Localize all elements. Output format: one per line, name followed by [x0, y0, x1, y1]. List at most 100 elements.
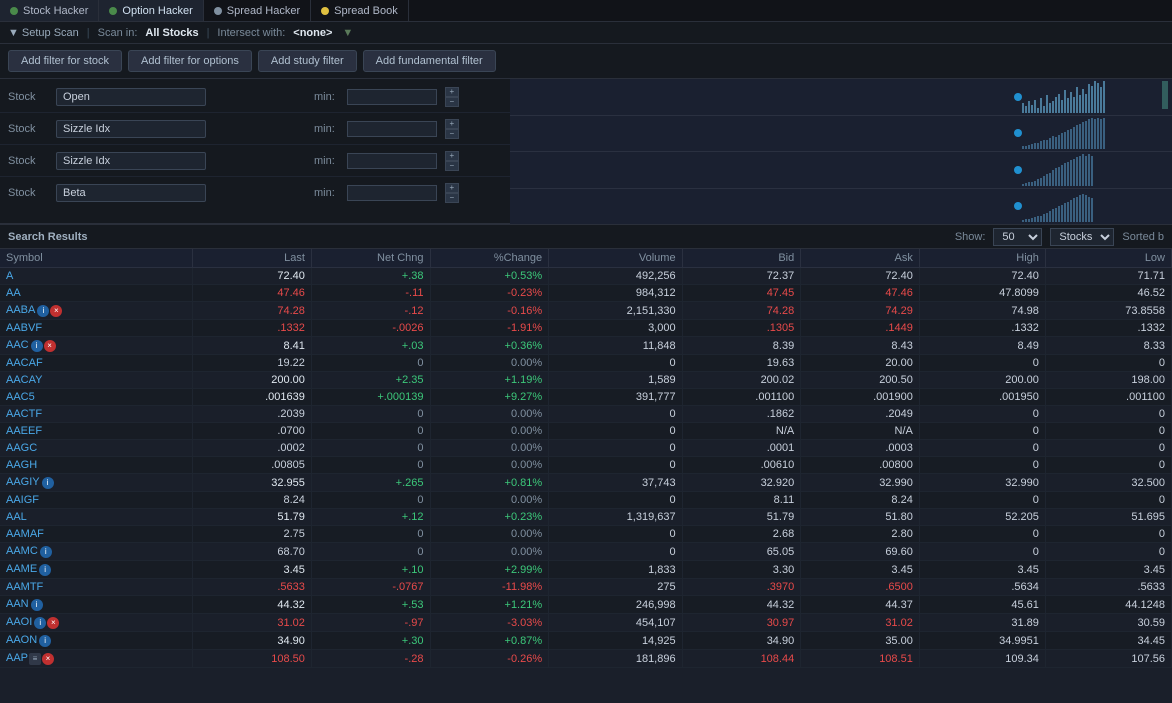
symbol-cell[interactable]: AANi	[0, 596, 193, 614]
pctchng-cell: +0.53%	[430, 268, 549, 285]
symbol-cell[interactable]: AAONi	[0, 632, 193, 650]
col-header-netchng[interactable]: Net Chng	[311, 249, 430, 268]
col-header-low[interactable]: Low	[1045, 249, 1171, 268]
filter-select-beta[interactable]: Beta	[56, 184, 206, 202]
symbol-cell[interactable]: AACi×	[0, 337, 193, 355]
filter-select-sizzle2[interactable]: Sizzle Idx	[56, 152, 206, 170]
filter-input-sizzle1[interactable]	[347, 121, 437, 137]
tab-option-hacker[interactable]: Option Hacker	[99, 0, 203, 21]
volume-cell: 984,312	[549, 285, 682, 302]
low-cell: 0	[1045, 492, 1171, 509]
symbol-cell[interactable]: AAMEi	[0, 561, 193, 579]
symbol-cell[interactable]: AACAY	[0, 372, 193, 389]
menu-icon[interactable]: ≡	[29, 653, 41, 665]
bid-cell: 19.63	[682, 355, 801, 372]
filter-input-beta[interactable]	[347, 185, 437, 201]
cancel-icon[interactable]: ×	[42, 653, 54, 665]
symbol-cell[interactable]: AAC5	[0, 389, 193, 406]
symbol-cell[interactable]: AAMCi	[0, 543, 193, 561]
symbol-cell[interactable]: AAMAF	[0, 526, 193, 543]
info-icon[interactable]: i	[39, 635, 51, 647]
option-hacker-dot	[109, 7, 117, 15]
cancel-icon[interactable]: ×	[44, 340, 56, 352]
type-select[interactable]: Stocks	[1050, 228, 1114, 246]
bid-cell: 34.90	[682, 632, 801, 650]
setup-scan-btn[interactable]: ▼ Setup Scan	[8, 27, 79, 39]
cancel-icon[interactable]: ×	[50, 305, 62, 317]
symbol-cell[interactable]: AAL	[0, 509, 193, 526]
bid-cell: 200.02	[682, 372, 801, 389]
symbol-cell[interactable]: AAEEF	[0, 423, 193, 440]
last-cell: 108.50	[193, 650, 312, 668]
pctchng-cell: +9.27%	[430, 389, 549, 406]
bid-cell: 8.11	[682, 492, 801, 509]
symbol-cell[interactable]: AAP≡×	[0, 650, 193, 668]
filter-select-sizzle1[interactable]: Sizzle Idx	[56, 120, 206, 138]
add-filter-stock-btn[interactable]: Add filter for stock	[8, 50, 122, 72]
tab-spread-book[interactable]: Spread Book	[311, 0, 409, 21]
intersect-value[interactable]: <none>	[293, 27, 332, 39]
stepper-down-0[interactable]: −	[445, 97, 459, 107]
stepper-up-1[interactable]: +	[445, 119, 459, 129]
ask-cell: 20.00	[801, 355, 920, 372]
info-icon[interactable]: i	[34, 617, 46, 629]
col-header-high[interactable]: High	[919, 249, 1045, 268]
symbol-cell[interactable]: AACTF	[0, 406, 193, 423]
filter-input-open[interactable]	[347, 89, 437, 105]
info-icon[interactable]: i	[40, 546, 52, 558]
symbol-cell[interactable]: AAGC	[0, 440, 193, 457]
ask-cell: 74.29	[801, 302, 920, 320]
filter-input-wrap-1	[347, 121, 437, 137]
info-icon[interactable]: i	[42, 477, 54, 489]
symbol-cell[interactable]: A	[0, 268, 193, 285]
col-header-pctchng[interactable]: %Change	[430, 249, 549, 268]
symbol-cell[interactable]: AAGIYi	[0, 474, 193, 492]
table-row: AANi44.32+.53+1.21%246,99844.3244.3745.6…	[0, 596, 1172, 614]
show-count-select[interactable]: 50 100 200	[993, 228, 1042, 246]
col-header-last[interactable]: Last	[193, 249, 312, 268]
symbol-cell[interactable]: AA	[0, 285, 193, 302]
add-fundamental-filter-btn[interactable]: Add fundamental filter	[363, 50, 496, 72]
col-header-symbol[interactable]: Symbol	[0, 249, 193, 268]
info-icon[interactable]: i	[39, 564, 51, 576]
add-filter-options-btn[interactable]: Add filter for options	[128, 50, 252, 72]
pctchng-cell: +2.99%	[430, 561, 549, 579]
chart-bars-0	[1022, 79, 1172, 115]
tab-stock-hacker[interactable]: Stock Hacker	[0, 0, 99, 21]
last-cell: 32.955	[193, 474, 312, 492]
symbol-cell[interactable]: AABVF	[0, 320, 193, 337]
col-header-ask[interactable]: Ask	[801, 249, 920, 268]
last-cell: 8.24	[193, 492, 312, 509]
low-cell: 0	[1045, 526, 1171, 543]
symbol-cell[interactable]: AAGH	[0, 457, 193, 474]
symbol-cell[interactable]: AABAi×	[0, 302, 193, 320]
low-cell: .1332	[1045, 320, 1171, 337]
symbol-cell[interactable]: AAMTF	[0, 579, 193, 596]
symbol-cell[interactable]: AAIGF	[0, 492, 193, 509]
stepper-down-3[interactable]: −	[445, 193, 459, 203]
stepper-up-3[interactable]: +	[445, 183, 459, 193]
volume-cell: 0	[549, 457, 682, 474]
symbol-cell[interactable]: AAOIi×	[0, 614, 193, 632]
cancel-icon[interactable]: ×	[47, 617, 59, 629]
table-container[interactable]: Symbol Last Net Chng %Change Volume Bid …	[0, 249, 1172, 692]
col-header-volume[interactable]: Volume	[549, 249, 682, 268]
stepper-down-1[interactable]: −	[445, 129, 459, 139]
netchng-cell: +.30	[311, 632, 430, 650]
add-study-filter-btn[interactable]: Add study filter	[258, 50, 357, 72]
symbol-cell[interactable]: AACAF	[0, 355, 193, 372]
info-icon[interactable]: i	[31, 340, 43, 352]
filter-select-open[interactable]: Open	[56, 88, 206, 106]
stepper-up-2[interactable]: +	[445, 151, 459, 161]
col-header-bid[interactable]: Bid	[682, 249, 801, 268]
info-icon[interactable]: i	[31, 599, 43, 611]
volume-cell: 0	[549, 492, 682, 509]
info-icon[interactable]: i	[37, 305, 49, 317]
volume-cell: 0	[549, 423, 682, 440]
pctchng-cell: +1.21%	[430, 596, 549, 614]
stepper-up-0[interactable]: +	[445, 87, 459, 97]
tab-spread-hacker[interactable]: Spread Hacker	[204, 0, 311, 21]
filter-input-sizzle2[interactable]	[347, 153, 437, 169]
stepper-down-2[interactable]: −	[445, 161, 459, 171]
scan-in-value[interactable]: All Stocks	[145, 27, 198, 39]
